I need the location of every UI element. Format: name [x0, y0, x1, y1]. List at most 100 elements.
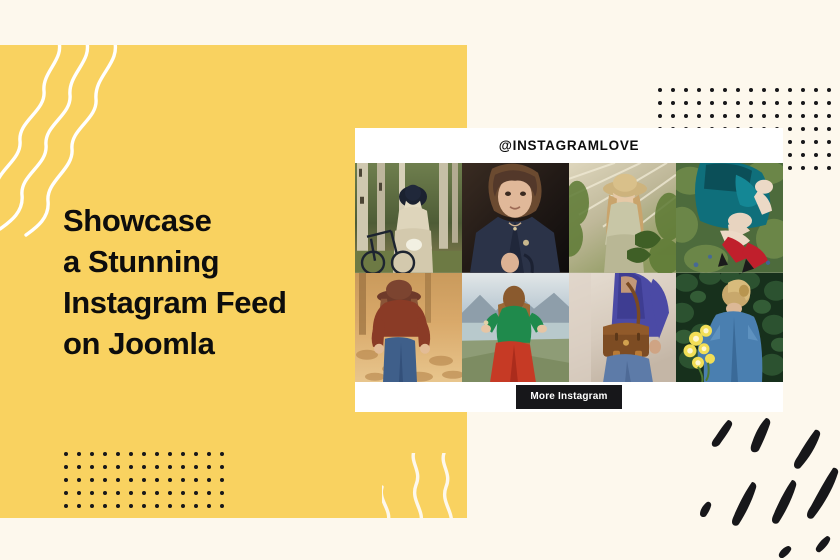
wavy-lines-icon: [379, 449, 467, 518]
dot: [814, 166, 818, 170]
dot: [220, 491, 224, 495]
dot: [723, 114, 727, 118]
dot: [103, 491, 107, 495]
dot: [129, 452, 133, 456]
dot: [103, 504, 107, 508]
dot: [207, 504, 211, 508]
dot: [142, 491, 146, 495]
instagram-photo-tile[interactable]: [569, 272, 676, 382]
dot: [194, 491, 198, 495]
dot: [827, 140, 831, 144]
dot: [129, 491, 133, 495]
dot: [103, 452, 107, 456]
dot: [207, 452, 211, 456]
dot: [90, 465, 94, 469]
dot: [658, 88, 662, 92]
dot: [801, 166, 805, 170]
dot: [207, 491, 211, 495]
dot: [207, 465, 211, 469]
instagram-handle: @INSTAGRAMLOVE: [498, 138, 640, 153]
brush-dashes-icon: [690, 418, 840, 560]
dot: [116, 491, 120, 495]
dot: [220, 452, 224, 456]
dot: [788, 153, 792, 157]
dot: [181, 491, 185, 495]
dot: [827, 166, 831, 170]
dot: [90, 491, 94, 495]
dot: [671, 88, 675, 92]
instagram-widget-header: @INSTAGRAMLOVE: [355, 128, 783, 163]
instagram-photo-tile[interactable]: [462, 272, 569, 382]
dot: [801, 153, 805, 157]
dot: [64, 478, 68, 482]
dot: [788, 127, 792, 131]
dot: [220, 478, 224, 482]
headline-line-2: a Stunning: [63, 244, 220, 279]
dot: [788, 88, 792, 92]
dot: [801, 140, 805, 144]
dot: [736, 88, 740, 92]
dot: [181, 504, 185, 508]
dot: [181, 478, 185, 482]
dot: [77, 452, 81, 456]
dot: [116, 465, 120, 469]
dot: [827, 153, 831, 157]
instagram-photo-tile[interactable]: [355, 163, 462, 273]
dot: [155, 491, 159, 495]
dot: [788, 114, 792, 118]
instagram-photo-tile[interactable]: [569, 163, 676, 273]
dot: [155, 504, 159, 508]
instagram-photo-tile[interactable]: [355, 272, 462, 382]
dot: [168, 465, 172, 469]
dot: [762, 114, 766, 118]
dot: [77, 465, 81, 469]
dot: [710, 114, 714, 118]
dot: [762, 88, 766, 92]
dot: [220, 504, 224, 508]
dot: [155, 465, 159, 469]
dot: [671, 114, 675, 118]
dot: [697, 114, 701, 118]
dot: [155, 452, 159, 456]
dot: [788, 101, 792, 105]
dot: [103, 465, 107, 469]
dot: [710, 101, 714, 105]
dot: [684, 101, 688, 105]
dot: [788, 166, 792, 170]
dot: [749, 114, 753, 118]
dot: [142, 504, 146, 508]
dot: [671, 101, 675, 105]
dot: [749, 88, 753, 92]
dot: [220, 465, 224, 469]
dot: [77, 478, 81, 482]
instagram-photo-tile[interactable]: [676, 272, 783, 382]
dot: [194, 452, 198, 456]
dot: [142, 465, 146, 469]
dot: [194, 465, 198, 469]
instagram-photo-tile[interactable]: [676, 163, 783, 273]
dot: [814, 101, 818, 105]
dot: [814, 127, 818, 131]
dot: [801, 127, 805, 131]
dot: [168, 504, 172, 508]
dot: [168, 491, 172, 495]
dot: [801, 114, 805, 118]
dot: [116, 478, 120, 482]
dot: [194, 478, 198, 482]
dot: [749, 101, 753, 105]
instagram-feed-widget: @INSTAGRAMLOVE More Instagram: [355, 128, 783, 412]
instagram-photo-grid: [355, 163, 783, 382]
more-instagram-button[interactable]: More Instagram: [516, 385, 622, 409]
dot: [788, 140, 792, 144]
dot: [723, 101, 727, 105]
instagram-photo-tile[interactable]: [462, 163, 569, 273]
dot: [684, 88, 688, 92]
dot: [116, 452, 120, 456]
dot: [116, 504, 120, 508]
dot: [64, 452, 68, 456]
dot: [64, 491, 68, 495]
dot: [684, 114, 688, 118]
dot: [658, 101, 662, 105]
dot: [64, 504, 68, 508]
dot: [142, 452, 146, 456]
